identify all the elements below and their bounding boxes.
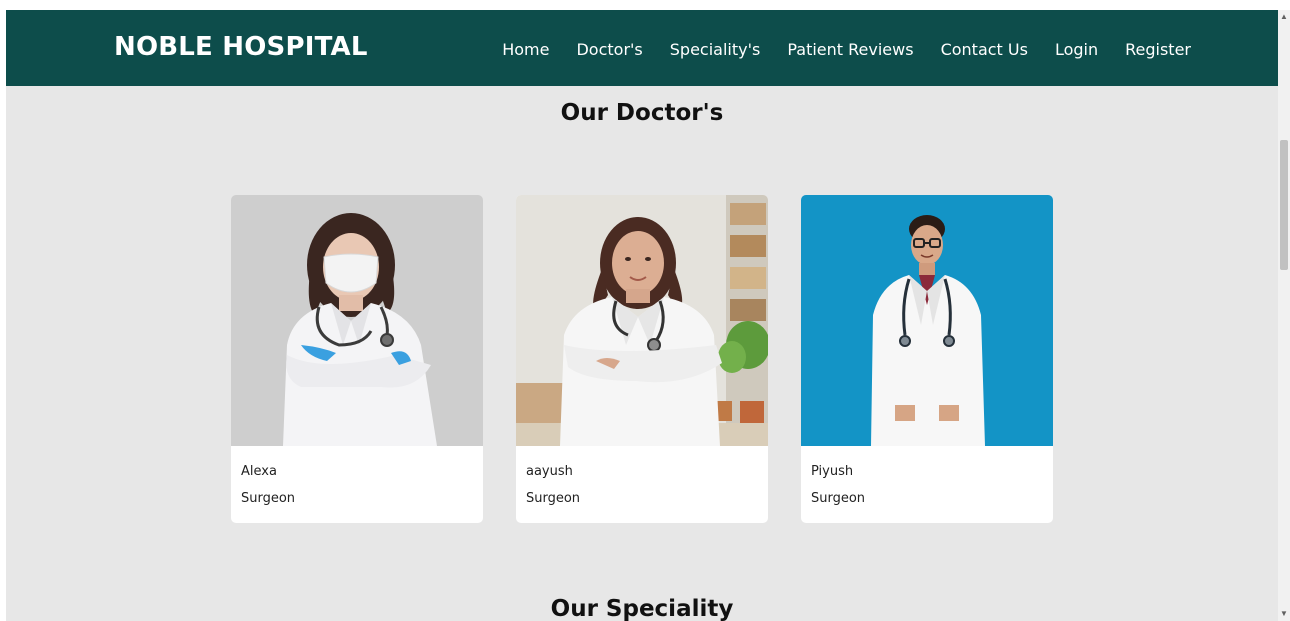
brand-logo[interactable]: NOBLE HOSPITAL	[114, 32, 368, 62]
doctor-photo-piyush	[801, 195, 1053, 446]
doctor-card-alexa[interactable]: Alexa Surgeon	[231, 195, 483, 523]
doctor-name: aayush	[526, 464, 573, 479]
doctor-role: Surgeon	[811, 491, 866, 506]
doctors-section-title: Our Doctor's	[560, 100, 724, 126]
doctor-role: Surgeon	[241, 491, 296, 506]
nav-link-home[interactable]: Home	[502, 40, 549, 59]
vertical-scrollbar[interactable]: ▲ ▼	[1278, 10, 1290, 621]
nav-link-login[interactable]: Login	[1055, 40, 1098, 59]
nav-link-contact-us[interactable]: Contact Us	[941, 40, 1028, 59]
nav-links: Home Doctor's Speciality's Patient Revie…	[502, 40, 1191, 59]
page-viewport: NOBLE HOSPITAL Home Doctor's Speciality'…	[6, 10, 1278, 621]
doctor-cards: Alexa Surgeon aayush Surgeon Piyush Surg…	[231, 195, 1053, 523]
scrollbar-thumb[interactable]	[1280, 140, 1288, 270]
doctor-card-aayush[interactable]: aayush Surgeon	[516, 195, 768, 523]
doctor-photo-aayush	[516, 195, 768, 446]
scroll-down-arrow-icon[interactable]: ▼	[1278, 607, 1290, 621]
nav-link-patient-reviews[interactable]: Patient Reviews	[787, 40, 913, 59]
doctor-name: Piyush	[811, 464, 854, 479]
scroll-up-arrow-icon[interactable]: ▲	[1278, 10, 1290, 24]
nav-link-specialities[interactable]: Speciality's	[670, 40, 761, 59]
doctor-name: Alexa	[241, 464, 277, 479]
doctor-card-piyush[interactable]: Piyush Surgeon	[801, 195, 1053, 523]
doctor-role: Surgeon	[526, 491, 581, 506]
nav-link-register[interactable]: Register	[1125, 40, 1191, 59]
navbar: NOBLE HOSPITAL Home Doctor's Speciality'…	[6, 10, 1278, 86]
speciality-section-title: Our Speciality	[550, 596, 734, 621]
nav-link-doctors[interactable]: Doctor's	[576, 40, 642, 59]
doctor-photo-alexa	[231, 195, 483, 446]
